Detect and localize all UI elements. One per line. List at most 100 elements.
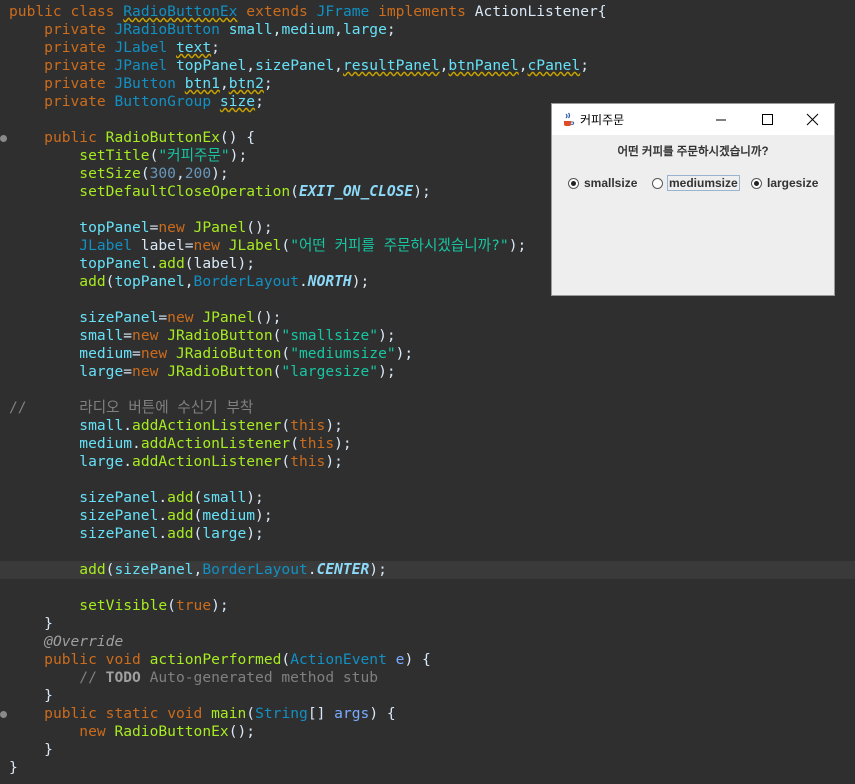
code-token: TODO [105, 669, 141, 686]
code-token: private [44, 75, 106, 92]
radio-mediumsize[interactable]: mediumsize [652, 173, 740, 193]
radio-indicator[interactable] [652, 177, 663, 189]
code-token: ); [508, 237, 527, 254]
code-text: setVisible(true); [9, 597, 228, 615]
code-token: , [219, 75, 229, 92]
code-line[interactable]: } [0, 741, 855, 759]
code-text: sizePanel.add(medium); [9, 507, 272, 525]
code-token: sizePanel [79, 489, 159, 506]
code-line[interactable]: private JButton btn1,btn2; [0, 75, 855, 93]
code-text: add(sizePanel,BorderLayout.CENTER); [9, 561, 387, 579]
minimize-button[interactable] [698, 104, 744, 135]
code-line[interactable]: large.addActionListener(this); [0, 453, 855, 471]
code-token: JLabel [228, 237, 282, 254]
code-line[interactable]: } [0, 615, 855, 633]
code-token: private [44, 93, 106, 110]
code-line[interactable]: } [0, 759, 855, 777]
close-button[interactable] [789, 104, 835, 135]
code-line[interactable]: private JPanel topPanel,sizePanel,result… [0, 57, 855, 75]
radio-label: mediumsize [667, 175, 740, 191]
code-line[interactable]: public static void main(String[] args) { [0, 705, 855, 723]
code-token: ) { [404, 651, 431, 668]
radio-smallsize[interactable]: smallsize [568, 173, 637, 193]
code-token: ( [281, 345, 291, 362]
swing-frame-window[interactable]: 커피주문 어떤 커피를 주문하시겠습니까? smallsize mediumsi… [551, 103, 835, 296]
radio-indicator[interactable] [568, 177, 579, 189]
code-token: , [193, 561, 203, 578]
code-token: public [44, 129, 97, 146]
code-line[interactable]: private JRadioButton small,medium,large; [0, 21, 855, 39]
code-line[interactable]: large=new JRadioButton("largesize"); [0, 363, 855, 381]
code-token: "어떤 커피를 주문하시겠습니까?" [290, 237, 509, 254]
code-line[interactable]: sizePanel.add(large); [0, 525, 855, 543]
code-line[interactable]: add(sizePanel,BorderLayout.CENTER); [0, 561, 855, 579]
code-line[interactable]: small=new JRadioButton("smallsize"); [0, 327, 855, 345]
code-token: = [123, 363, 133, 380]
code-token: this [298, 435, 335, 452]
code-token: "smallsize" [281, 327, 379, 344]
code-line[interactable] [0, 381, 855, 399]
code-line[interactable]: public class RadioButtonEx extends JFram… [0, 3, 855, 21]
code-line[interactable]: @Override [0, 633, 855, 651]
code-token: [] [307, 705, 335, 722]
code-token: new [167, 309, 194, 326]
code-line[interactable]: setVisible(true); [0, 597, 855, 615]
code-token: . [307, 561, 317, 578]
code-line[interactable]: sizePanel=new JPanel(); [0, 309, 855, 327]
radio-indicator[interactable] [751, 177, 762, 189]
code-line[interactable]: sizePanel.add(medium); [0, 507, 855, 525]
code-line[interactable]: new RadioButtonEx(); [0, 723, 855, 741]
code-line[interactable]: private JLabel text; [0, 39, 855, 57]
code-token: setDefaultCloseOperation [79, 183, 291, 200]
radio-largesize[interactable]: largesize [751, 173, 818, 193]
code-token: large [202, 525, 247, 542]
code-line[interactable]: medium.addActionListener(this); [0, 435, 855, 453]
code-text: public class RadioButtonEx extends JFram… [9, 3, 607, 21]
code-line[interactable]: public void actionPerformed(ActionEvent … [0, 651, 855, 669]
code-line[interactable]: medium=new JRadioButton("mediumsize"); [0, 345, 855, 363]
code-text: private ButtonGroup size; [9, 93, 264, 111]
code-text: } [9, 687, 53, 705]
code-token: main [211, 705, 247, 722]
code-line[interactable]: sizePanel.add(small); [0, 489, 855, 507]
code-line[interactable]: small.addActionListener(this); [0, 417, 855, 435]
code-token: ; [255, 93, 264, 110]
code-token: (); [255, 309, 282, 326]
code-token: ( [167, 597, 176, 614]
code-text: medium=new JRadioButton("mediumsize"); [9, 345, 413, 363]
code-token: public [9, 3, 62, 20]
code-token: topPanel [79, 255, 150, 272]
maximize-button[interactable] [744, 104, 790, 135]
code-token: Auto-generated method stub [140, 669, 379, 686]
code-line[interactable] [0, 579, 855, 597]
code-line[interactable] [0, 543, 855, 561]
fold-marker-icon[interactable] [0, 711, 7, 718]
code-token: JPanel [202, 309, 256, 326]
code-token: small [79, 417, 124, 434]
code-line[interactable]: // TODO Auto-generated method stub [0, 669, 855, 687]
code-token: , [184, 273, 194, 290]
window-titlebar[interactable]: 커피주문 [552, 104, 834, 135]
code-token: add [167, 525, 194, 542]
code-token: label= [132, 237, 194, 254]
code-line[interactable] [0, 471, 855, 489]
code-token: ); [334, 435, 352, 452]
code-token: topPanel [175, 57, 247, 74]
code-text: small.addActionListener(this); [9, 417, 343, 435]
code-line[interactable]: // 라디오 버튼에 수신기 부착 [0, 399, 855, 417]
code-token: sizePanel [114, 561, 194, 578]
code-token: medium [79, 345, 133, 362]
code-token: implements [378, 3, 466, 20]
code-token: ); [413, 183, 431, 200]
code-line[interactable]: } [0, 687, 855, 705]
fold-marker-icon[interactable] [0, 135, 7, 142]
